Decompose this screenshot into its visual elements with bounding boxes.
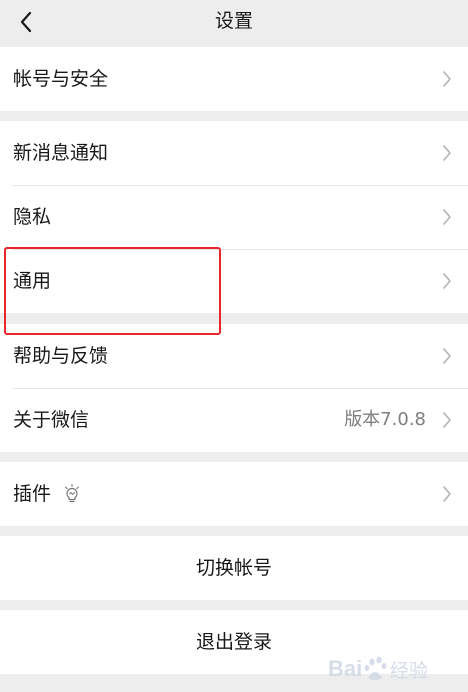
general-item[interactable]: 通用 <box>0 249 468 313</box>
account-security-label: 帐号与安全 <box>13 68 109 90</box>
svg-text:经验: 经验 <box>390 660 428 682</box>
privacy-item[interactable]: 隐私 <box>0 185 468 249</box>
lightbulb-icon <box>64 484 80 503</box>
settings-group-general: 新消息通知 隐私 通用 <box>0 121 468 313</box>
chevron-right-icon <box>443 145 451 161</box>
chevron-right-icon <box>443 273 451 289</box>
plugins-label: 插件 <box>13 483 52 505</box>
chevron-right-icon <box>443 71 451 87</box>
new-message-notification-label: 新消息通知 <box>13 142 109 164</box>
settings-group-plugins: 插件 <box>0 462 468 526</box>
chevron-right-icon <box>443 486 451 502</box>
page-title: 设置 <box>214 10 253 32</box>
about-wechat-item[interactable]: 关于微信 版本7.0.8 <box>0 388 468 452</box>
plugins-item[interactable]: 插件 <box>0 462 468 526</box>
chevron-right-icon <box>443 412 451 428</box>
chevron-right-icon <box>443 348 451 364</box>
privacy-label: 隐私 <box>13 206 52 228</box>
baidu-jingyan-watermark-logo: Bai 经验 <box>328 656 428 682</box>
settings-group-account: 帐号与安全 <box>0 47 468 111</box>
svg-text:Bai: Bai <box>328 656 362 681</box>
chevron-right-icon <box>443 209 451 225</box>
help-feedback-label: 帮助与反馈 <box>13 345 109 367</box>
version-value: 版本7.0.8 <box>344 409 426 430</box>
settings-group-help: 帮助与反馈 关于微信 版本7.0.8 <box>0 324 468 452</box>
new-message-notification-item[interactable]: 新消息通知 <box>0 121 468 185</box>
switch-account-group: 切换帐号 <box>0 536 468 600</box>
help-feedback-item[interactable]: 帮助与反馈 <box>0 324 468 388</box>
general-label: 通用 <box>13 270 52 292</box>
account-security-item[interactable]: 帐号与安全 <box>0 47 468 111</box>
top-bar: 设置 <box>0 0 468 44</box>
about-wechat-label: 关于微信 <box>13 409 90 431</box>
switch-account-button[interactable]: 切换帐号 <box>0 536 468 600</box>
